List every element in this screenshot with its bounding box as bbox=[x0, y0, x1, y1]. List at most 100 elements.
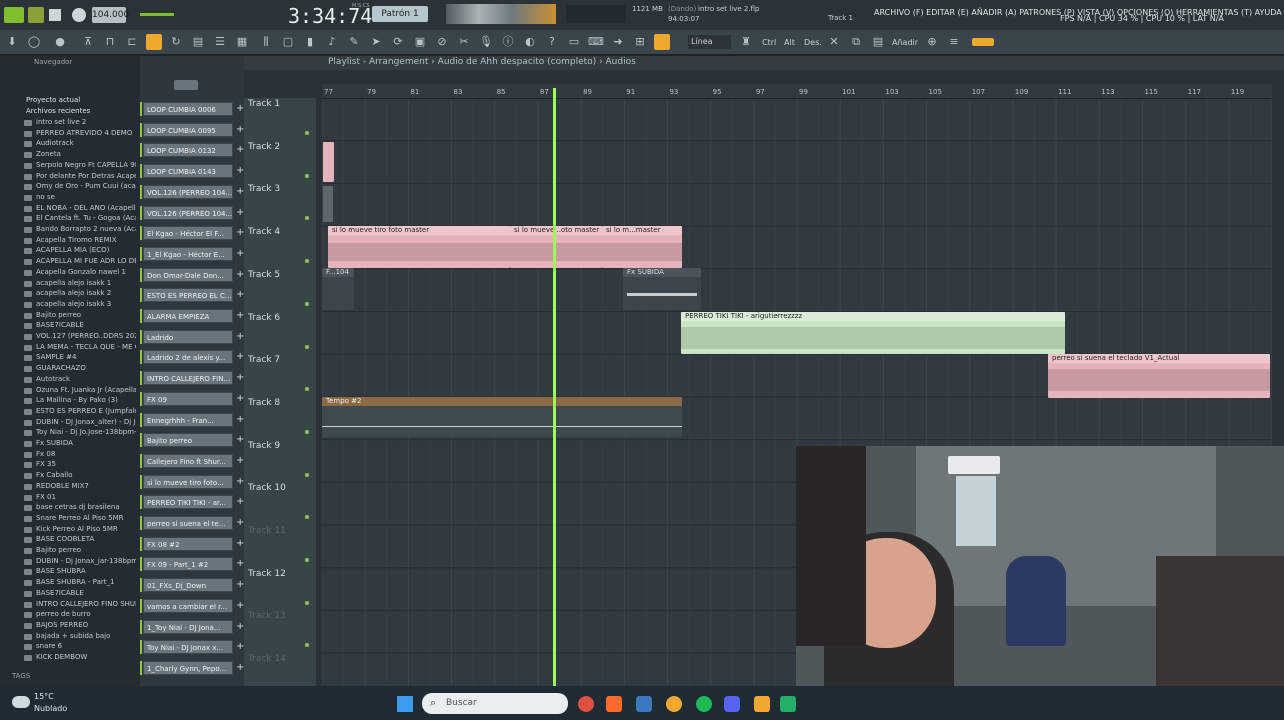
channel-button[interactable]: perreo si suena el te... bbox=[143, 516, 233, 530]
channel-button[interactable]: 01_FXs_Dj_Down bbox=[143, 578, 233, 593]
channel-button[interactable]: Ladrido bbox=[143, 329, 233, 344]
channel-add-icon[interactable]: + bbox=[236, 164, 244, 178]
record-button[interactable] bbox=[72, 8, 86, 22]
browser-item[interactable]: BASE SHUBRA bbox=[36, 567, 136, 575]
browser-item[interactable]: Bajito perreo bbox=[36, 546, 136, 554]
channel-button[interactable]: FX 08 #2 bbox=[143, 536, 233, 551]
mute-icon[interactable]: ⊘ bbox=[434, 34, 450, 50]
clip-track5-a[interactable]: F...104 bbox=[322, 268, 354, 310]
browser-item[interactable]: VOL.127 (PERREO..DDRS 2025 (19) bbox=[36, 332, 136, 340]
channel-button[interactable]: LOOP CUMBIA 0143 bbox=[143, 164, 233, 179]
channel-add-icon[interactable]: + bbox=[236, 330, 244, 344]
color-swatch[interactable] bbox=[972, 38, 994, 46]
channel-button[interactable]: 1_Charly Gynn, Pepo... bbox=[143, 660, 233, 675]
channel-button[interactable]: ESTO ES PERREO EL C... bbox=[143, 288, 233, 303]
browser-item[interactable]: KICK DEMBOW bbox=[36, 653, 136, 661]
channel-add-icon[interactable]: + bbox=[236, 661, 244, 675]
channel-add-icon[interactable]: + bbox=[236, 475, 244, 489]
loop-icon[interactable]: ↻ bbox=[168, 34, 184, 50]
master-volume-slider[interactable] bbox=[140, 13, 174, 16]
channel-led[interactable] bbox=[140, 184, 142, 199]
discord-icon[interactable] bbox=[724, 696, 740, 712]
channel-button[interactable]: ALARMA EMPIEZA bbox=[143, 309, 233, 323]
channel-led[interactable] bbox=[140, 391, 142, 406]
channel-led[interactable] bbox=[140, 226, 142, 241]
channel-button[interactable]: INTRO CALLEJERO FIN... bbox=[143, 371, 233, 386]
channel-rack-icon[interactable]: ▦ bbox=[234, 34, 250, 50]
info-icon[interactable]: ⓘ bbox=[500, 34, 516, 50]
app-icon-3[interactable] bbox=[636, 696, 652, 712]
channel-add-icon[interactable]: + bbox=[236, 371, 244, 385]
ctrl-label[interactable]: Ctrl bbox=[762, 38, 776, 47]
bar-ruler[interactable]: 77 79 81 83 85 87 89 91 93 95 97 99 101 103 105 107 109 1… bbox=[322, 84, 1272, 99]
channel-button[interactable]: 1_Toy Niai - DJ Jona... bbox=[143, 619, 233, 634]
channel-led[interactable] bbox=[140, 309, 142, 323]
channel-add-icon[interactable]: + bbox=[236, 557, 244, 571]
channel-button[interactable]: vamos a cambiar el r... bbox=[143, 598, 233, 613]
channel-add-icon[interactable]: + bbox=[236, 123, 244, 137]
save-icon[interactable]: ▣ bbox=[412, 34, 428, 50]
channel-led[interactable] bbox=[140, 329, 142, 344]
browser-project[interactable]: Proyecto actual bbox=[26, 96, 80, 104]
channel-button[interactable]: Ennegrhhh - Fran... bbox=[143, 412, 233, 427]
browser-icon[interactable]: ▢ bbox=[280, 34, 296, 50]
arrow-icon[interactable]: ➤ bbox=[368, 34, 384, 50]
track-mute-dot[interactable] bbox=[305, 344, 309, 349]
browser-item[interactable]: Fx 08 bbox=[36, 450, 136, 458]
refresh-icon[interactable]: ⟳ bbox=[390, 34, 406, 50]
browser-item[interactable]: BASE7ICABLE bbox=[36, 321, 136, 329]
add-label[interactable]: Añadir bbox=[892, 38, 918, 47]
browser-item[interactable]: acapella alejo isakk 3 bbox=[36, 300, 136, 308]
browser-item[interactable]: LA MEMA - TECLA QUE - ME GUSTA bbox=[36, 343, 136, 351]
channel-led[interactable] bbox=[140, 474, 142, 489]
knob-icon[interactable]: ● bbox=[52, 34, 68, 50]
browser-item[interactable]: SAMPLE #4 bbox=[36, 353, 136, 361]
window-icon[interactable]: ▭ bbox=[566, 34, 582, 50]
channel-button[interactable]: LOOP CUMBIA 0095 bbox=[143, 122, 233, 137]
mic-icon[interactable]: ♪ bbox=[324, 34, 340, 50]
playhead[interactable] bbox=[553, 88, 556, 686]
channel-add-icon[interactable]: + bbox=[236, 247, 244, 261]
microphone-icon[interactable]: 🎙 bbox=[478, 34, 494, 50]
cut-icon[interactable]: ✂ bbox=[456, 34, 472, 50]
plugin-picker-icon[interactable]: ⊕ bbox=[924, 34, 940, 50]
channel-button[interactable]: FX 09 bbox=[143, 391, 233, 406]
browser-item[interactable]: La Mallina - By Pako (3) bbox=[36, 396, 136, 404]
magnet-icon[interactable]: ⊓ bbox=[102, 34, 118, 50]
channel-led[interactable] bbox=[140, 371, 142, 386]
channel-led[interactable] bbox=[140, 267, 142, 282]
channel-button[interactable]: Bajito perreo bbox=[143, 433, 233, 448]
close-icon[interactable]: ✕ bbox=[826, 34, 842, 50]
channel-button[interactable]: PERREO TIKI TIKI - ar... bbox=[143, 495, 233, 510]
channel-add-icon[interactable]: + bbox=[236, 226, 244, 240]
track-mute-dot[interactable] bbox=[305, 558, 309, 562]
mixer-icon[interactable]: ⫼ bbox=[258, 34, 274, 50]
channel-add-icon[interactable]: + bbox=[236, 433, 244, 447]
rack-add-button[interactable] bbox=[174, 80, 198, 90]
paste-icon[interactable]: ▤ bbox=[870, 34, 886, 50]
browser-item[interactable]: ACAPELLA MI FUE ADR LO DETIENE bbox=[36, 257, 136, 265]
browser-item[interactable]: Fx SUBIDA bbox=[36, 439, 136, 447]
channel-button[interactable]: Don Omar-Dale Don... bbox=[143, 267, 233, 282]
line-mode-select[interactable]: Línea bbox=[688, 35, 731, 49]
track-label[interactable]: Track 3 bbox=[248, 184, 280, 194]
track-label[interactable]: Track 8 bbox=[248, 398, 280, 408]
track-label[interactable]: Track 1 bbox=[248, 99, 280, 109]
channel-add-icon[interactable]: + bbox=[236, 350, 244, 364]
channel-add-icon[interactable]: + bbox=[236, 537, 244, 551]
channel-add-icon[interactable]: + bbox=[236, 620, 244, 634]
taskbar-search[interactable]: ⌕ Buscar bbox=[422, 693, 568, 714]
channel-led[interactable] bbox=[140, 164, 142, 179]
clip-track8-tempo[interactable]: Tempo #2 bbox=[322, 397, 682, 437]
track-label[interactable]: Track 7 bbox=[248, 355, 280, 365]
channel-led[interactable] bbox=[140, 350, 142, 365]
clip-track4-b[interactable]: si lo mueve...oto master bbox=[510, 226, 602, 268]
snap-icon[interactable]: ⊼ bbox=[80, 34, 96, 50]
browser-item[interactable]: GUARACHAZO bbox=[36, 364, 136, 372]
browser-item[interactable]: Snare Perreo Al Piso 5MR bbox=[36, 514, 136, 522]
track-label[interactable]: Track 5 bbox=[248, 270, 280, 280]
channel-add-icon[interactable]: + bbox=[236, 268, 244, 282]
alt-label[interactable]: Alt bbox=[784, 38, 795, 47]
channel-add-icon[interactable]: + bbox=[236, 599, 244, 613]
channel-led[interactable] bbox=[140, 536, 142, 551]
